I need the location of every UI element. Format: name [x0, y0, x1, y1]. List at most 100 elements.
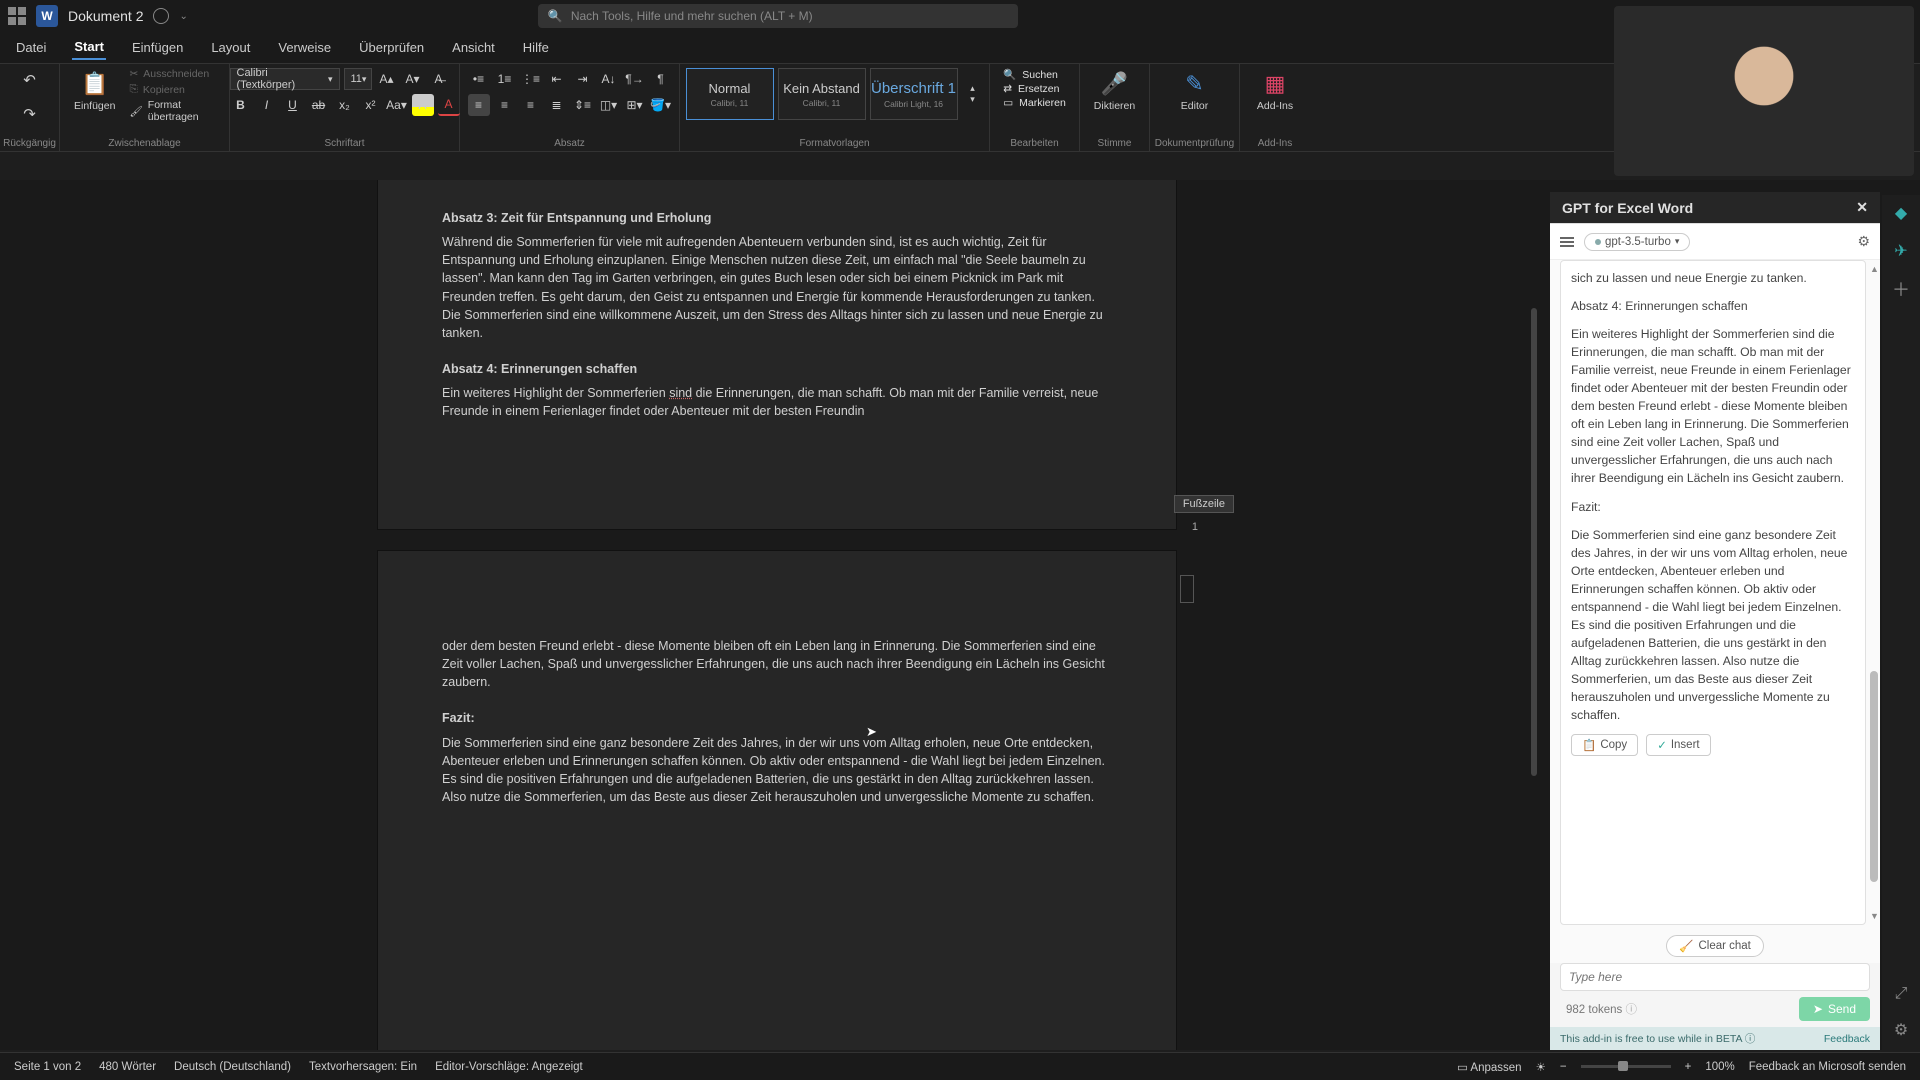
tab-layout[interactable]: Layout: [209, 36, 252, 59]
status-predictions[interactable]: Textvorhersagen: Ein: [309, 1061, 417, 1073]
case-button[interactable]: Aa▾: [386, 94, 408, 116]
show-marks-button[interactable]: ¶: [650, 68, 672, 90]
dictate-button[interactable]: 🎤Diktieren: [1088, 68, 1141, 114]
header-placeholder[interactable]: [1180, 575, 1194, 603]
editor-button[interactable]: ✎Editor: [1175, 68, 1215, 114]
tab-datei[interactable]: Datei: [14, 36, 48, 59]
strike-button[interactable]: ab: [308, 94, 330, 116]
undo-button[interactable]: ↶: [14, 68, 46, 92]
borders-button[interactable]: ⊞▾: [624, 94, 646, 116]
chat-input-box[interactable]: [1560, 963, 1870, 991]
style-kein-abstand[interactable]: Kein Abstand Calibri, 11: [778, 68, 866, 120]
theme-toggle-icon[interactable]: ☀: [1536, 1060, 1546, 1074]
font-name-select[interactable]: Calibri (Textkörper)▾: [230, 68, 340, 90]
document-title[interactable]: Dokument 2: [68, 8, 143, 24]
tab-start[interactable]: Start: [72, 35, 106, 60]
addins-button[interactable]: ▦Add-Ins: [1251, 68, 1299, 114]
copy-button[interactable]: ⎘Kopieren: [129, 83, 184, 96]
tab-verweise[interactable]: Verweise: [276, 36, 333, 59]
feedback-link[interactable]: Feedback: [1824, 1033, 1870, 1045]
panel-menu-button[interactable]: [1560, 237, 1574, 247]
tab-hilfe[interactable]: Hilfe: [521, 36, 551, 59]
underline-button[interactable]: U: [282, 94, 304, 116]
app-launcher-icon[interactable]: [8, 7, 26, 25]
title-chevron-icon[interactable]: ⌄: [179, 11, 187, 22]
styles-more-button[interactable]: ▴▾: [962, 83, 984, 105]
zoom-out-button[interactable]: −: [1560, 1061, 1567, 1073]
bold-button[interactable]: B: [230, 94, 252, 116]
line-spacing-button[interactable]: ⇕≡: [572, 94, 594, 116]
multilevel-button[interactable]: ⋮≡: [520, 68, 542, 90]
font-size-select[interactable]: 11▾: [344, 68, 372, 90]
zoom-value[interactable]: 100%: [1705, 1061, 1734, 1073]
grow-font-button[interactable]: A▴: [376, 68, 398, 90]
subscript-button[interactable]: x₂: [334, 94, 356, 116]
tab-ueberpruefen[interactable]: Überprüfen: [357, 36, 426, 59]
panel-scroll-thumb[interactable]: [1870, 671, 1878, 881]
info-icon[interactable]: ⓘ: [1745, 1033, 1756, 1045]
fit-button[interactable]: ▭ Anpassen: [1457, 1060, 1522, 1074]
font-color-button[interactable]: A: [438, 94, 460, 116]
numbering-button[interactable]: 1≡: [494, 68, 516, 90]
align-right-button[interactable]: ≡: [520, 94, 542, 116]
clear-format-button[interactable]: A̶: [428, 68, 450, 90]
paste-button[interactable]: 📋 Einfügen: [68, 68, 121, 114]
sort-button[interactable]: A↓: [598, 68, 620, 90]
scrollbar-thumb[interactable]: [1531, 308, 1537, 777]
document-scrollbar[interactable]: [1531, 180, 1537, 1032]
scroll-up-icon[interactable]: ▲: [1870, 264, 1878, 274]
status-page[interactable]: Seite 1 von 2: [14, 1061, 81, 1073]
zoom-in-button[interactable]: +: [1685, 1061, 1692, 1073]
zoom-slider[interactable]: [1581, 1065, 1671, 1068]
replace-button[interactable]: ⇄Ersetzen: [1003, 83, 1066, 95]
tab-einfuegen[interactable]: Einfügen: [130, 36, 185, 59]
page-2[interactable]: oder dem besten Freund erlebt - diese Mo…: [377, 550, 1177, 1050]
superscript-button[interactable]: x²: [360, 94, 382, 116]
zoom-knob[interactable]: [1618, 1061, 1628, 1071]
style-normal[interactable]: Normal Calibri, 11: [686, 68, 774, 120]
status-language[interactable]: Deutsch (Deutschland): [174, 1061, 291, 1073]
chat-input[interactable]: [1569, 970, 1861, 984]
addin-icon-2[interactable]: ✈: [1891, 241, 1911, 261]
select-button[interactable]: ▭Markieren: [1003, 97, 1066, 109]
panel-scrollbar[interactable]: ▲ ▼: [1870, 264, 1878, 921]
redo-button[interactable]: ↷: [14, 102, 46, 126]
info-icon[interactable]: ⓘ: [1625, 1004, 1637, 1016]
indent-button[interactable]: ⇥: [572, 68, 594, 90]
model-selector[interactable]: gpt-3.5-turbo ▾: [1584, 233, 1690, 251]
panel-close-button[interactable]: ✕: [1856, 199, 1868, 216]
addin-icon-1[interactable]: ◆: [1891, 203, 1911, 223]
cloud-save-icon[interactable]: [153, 8, 169, 24]
highlight-button[interactable]: A: [412, 94, 434, 116]
scroll-down-icon[interactable]: ▼: [1870, 911, 1878, 921]
outdent-button[interactable]: ⇤: [546, 68, 568, 90]
feedback-ms-link[interactable]: Feedback an Microsoft senden: [1749, 1061, 1906, 1073]
insert-response-button[interactable]: ✓Insert: [1646, 734, 1710, 756]
shrink-font-button[interactable]: A▾: [402, 68, 424, 90]
align-center-button[interactable]: ≡: [494, 94, 516, 116]
status-editor[interactable]: Editor-Vorschläge: Angezeigt: [435, 1061, 583, 1073]
ltr-button[interactable]: ¶→: [624, 68, 646, 90]
italic-button[interactable]: I: [256, 94, 278, 116]
format-painter-button[interactable]: 🖌Format übertragen: [129, 99, 221, 123]
add-addin-button[interactable]: ＋: [1891, 279, 1911, 299]
style-ueberschrift-1[interactable]: Überschrift 1 Calibri Light, 16: [870, 68, 958, 120]
status-words[interactable]: 480 Wörter: [99, 1061, 156, 1073]
footer-badge[interactable]: Fußzeile: [1174, 495, 1234, 513]
find-button[interactable]: 🔍Suchen: [1003, 68, 1066, 81]
search-box[interactable]: 🔍 Nach Tools, Hilfe und mehr suchen (ALT…: [538, 4, 1018, 28]
bullets-button[interactable]: •≡: [468, 68, 490, 90]
shading-button[interactable]: ◫▾: [598, 94, 620, 116]
copy-response-button[interactable]: 📋Copy: [1571, 734, 1638, 756]
clear-chat-button[interactable]: 🧹Clear chat: [1666, 935, 1764, 957]
align-left-button[interactable]: ≡: [468, 94, 490, 116]
page-1[interactable]: Absatz 3: Zeit für Entspannung und Erhol…: [377, 180, 1177, 530]
rail-expand-icon[interactable]: ⤢: [1891, 984, 1911, 1004]
panel-settings-button[interactable]: ⚙: [1857, 233, 1870, 250]
justify-button[interactable]: ≣: [546, 94, 568, 116]
tab-ansicht[interactable]: Ansicht: [450, 36, 497, 59]
fill-color-button[interactable]: 🪣▾: [650, 94, 672, 116]
cut-button[interactable]: ✂Ausschneiden: [129, 68, 209, 80]
send-button[interactable]: ➤Send: [1799, 997, 1870, 1021]
rail-settings-icon[interactable]: ⚙: [1891, 1020, 1911, 1040]
